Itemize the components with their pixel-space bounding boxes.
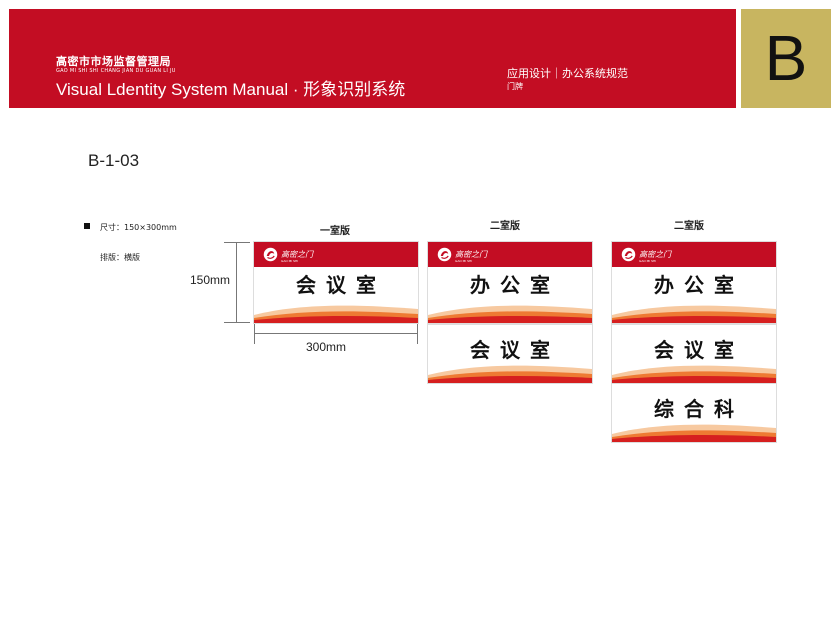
logo-subtext: GAO MI SHI bbox=[639, 259, 657, 263]
brand-logo-icon bbox=[263, 247, 278, 262]
decorative-wave bbox=[612, 365, 776, 383]
logo-subtext: GAO MI SHI bbox=[281, 259, 299, 263]
manual-title: Visual Ldentity System Manual · 形象识别系统 bbox=[56, 80, 406, 99]
decorative-wave bbox=[612, 424, 776, 442]
section-title: 应用设计｜办公系统规范 bbox=[507, 67, 628, 80]
door-sign: 高密之门 GAO MI SHI 会议室 bbox=[254, 242, 418, 323]
room-name: 办公室 bbox=[470, 273, 560, 297]
decorative-wave bbox=[428, 365, 592, 383]
version-label-2: 二室版 bbox=[490, 221, 520, 232]
sign-header-bar: 高密之门 GAO MI SHI bbox=[428, 242, 592, 267]
header-band: 高密市市场监督管理局 GAO MI SHI SHI CHANG JIAN DU … bbox=[9, 9, 736, 108]
brand-logo-icon bbox=[437, 247, 452, 262]
dimension-width: 300mm bbox=[306, 340, 347, 354]
decorative-wave bbox=[254, 305, 418, 323]
dimension-line-horizontal bbox=[254, 333, 418, 334]
spec-layout: 排版：横版 bbox=[100, 253, 140, 262]
org-name: 高密市市场监督管理局 bbox=[56, 55, 171, 68]
door-sign-extension: 会议室 bbox=[428, 325, 592, 383]
spec-size: 尺寸：150×300mm bbox=[100, 223, 177, 232]
section-subtitle: 门牌 bbox=[507, 82, 523, 91]
decorative-wave bbox=[612, 305, 776, 323]
door-sign: 高密之门 GAO MI SHI 办公室 bbox=[428, 242, 592, 323]
dimension-height: 150mm bbox=[190, 273, 231, 287]
sign-header-bar: 高密之门 GAO MI SHI bbox=[612, 242, 776, 267]
logo-subtext: GAO MI SHI bbox=[455, 259, 473, 263]
dimension-line-vertical bbox=[236, 242, 237, 323]
version-label-3: 二室版 bbox=[674, 221, 704, 232]
dimension-tick-bottom bbox=[224, 322, 250, 323]
door-sign-extension: 会议室 bbox=[612, 325, 776, 383]
org-pinyin: GAO MI SHI SHI CHANG JIAN DU GUAN LI JU bbox=[56, 68, 176, 74]
dimension-tick-right bbox=[417, 324, 418, 344]
dimension-tick-left bbox=[254, 324, 255, 344]
bullet-square-icon bbox=[84, 223, 90, 229]
section-letter-box: B bbox=[741, 9, 831, 108]
door-sign-extension: 综合科 bbox=[612, 384, 776, 442]
room-name: 办公室 bbox=[654, 273, 744, 297]
door-sign: 高密之门 GAO MI SHI 办公室 bbox=[612, 242, 776, 323]
brand-logo-icon bbox=[621, 247, 636, 262]
version-label-1: 一室版 bbox=[320, 226, 350, 237]
page-code: B-1-03 bbox=[88, 151, 140, 170]
sign-header-bar: 高密之门 GAO MI SHI bbox=[254, 242, 418, 267]
room-name: 会议室 bbox=[296, 273, 386, 297]
dimension-tick-top bbox=[224, 242, 250, 243]
decorative-wave bbox=[428, 305, 592, 323]
section-letter: B bbox=[764, 22, 808, 94]
